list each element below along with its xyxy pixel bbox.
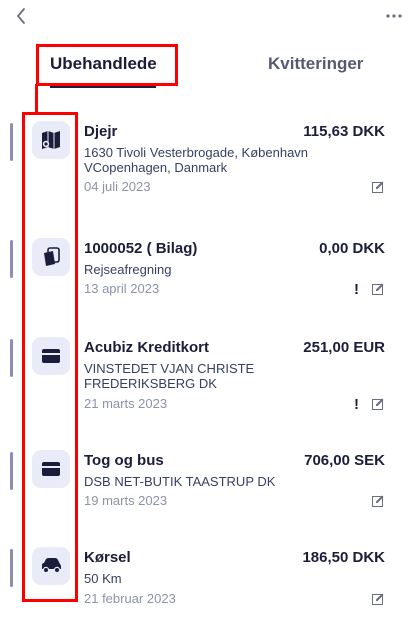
credit-card-icon	[42, 462, 60, 476]
list-item[interactable]: 1000052 ( Bilag) 0,00 DKK Rejseafregning…	[0, 222, 419, 322]
item-subtitle: DSB NET-BUTIK TAASTRUP DK	[84, 474, 276, 489]
edit-button[interactable]	[371, 282, 385, 296]
car-icon	[42, 558, 61, 574]
edit-button[interactable]	[371, 592, 385, 606]
ellipsis-icon	[386, 14, 402, 18]
item-subtitle: 1630 Tivoli Vesterbrogade, København VCo…	[84, 145, 309, 175]
item-subtitle: VINSTEDET VJAN CHRISTE FREDERIKSBERG DK	[84, 361, 255, 391]
item-subtitle: 50 Km	[84, 571, 122, 586]
edit-icon	[372, 181, 384, 193]
item-date: 21 marts 2023	[84, 396, 168, 411]
item-date: 13 april 2023	[84, 281, 160, 296]
warning-indicator: !	[354, 281, 359, 298]
edit-icon	[372, 593, 384, 605]
chevron-left-icon	[17, 8, 25, 24]
tab-bar: Ubehandlede Kvitteringer	[0, 46, 419, 90]
item-icon-badge	[32, 238, 70, 276]
item-date: 04 juli 2023	[84, 179, 151, 194]
list-item[interactable]: Tog og bus 706,00 SEK DSB NET-BUTIK TAAS…	[0, 434, 419, 534]
receipt-icon	[44, 247, 60, 266]
active-tab-underline	[50, 86, 156, 88]
more-options-button[interactable]	[383, 6, 405, 26]
item-amount: 0,00 DKK	[319, 240, 385, 257]
map-icon	[42, 131, 60, 149]
item-accent-bar	[10, 549, 13, 587]
edit-icon	[372, 398, 384, 410]
list-item[interactable]: Acubiz Kreditkort 251,00 EUR VINSTEDET V…	[0, 321, 419, 421]
list-item[interactable]: Kørsel 186,50 DKK 50 Km 21 februar 2023	[0, 531, 419, 631]
item-amount: 115,63 DKK	[303, 123, 385, 140]
item-accent-bar	[10, 452, 13, 490]
highlight-connector	[35, 84, 38, 114]
item-icon-badge	[32, 121, 70, 159]
item-amount: 251,00 EUR	[303, 339, 385, 356]
item-amount: 186,50 DKK	[302, 549, 385, 566]
item-title: Acubiz Kreditkort	[84, 339, 210, 356]
item-date: 19 marts 2023	[84, 493, 168, 508]
item-accent-bar	[10, 123, 13, 161]
credit-card-icon	[42, 349, 60, 363]
edit-icon	[372, 283, 384, 295]
item-icon-badge	[32, 337, 70, 375]
back-button[interactable]	[10, 4, 32, 28]
item-title: Kørsel	[84, 549, 131, 566]
tab-kvitteringer[interactable]: Kvitteringer	[268, 46, 363, 82]
item-accent-bar	[10, 240, 13, 278]
edit-button[interactable]	[371, 397, 385, 411]
item-accent-bar	[10, 339, 13, 377]
item-title: Djejr	[84, 123, 118, 140]
edit-icon	[372, 495, 384, 507]
edit-button[interactable]	[371, 494, 385, 508]
item-icon-badge	[32, 450, 70, 488]
item-date: 21 februar 2023	[84, 591, 176, 606]
item-icon-badge	[32, 547, 70, 585]
edit-button[interactable]	[371, 180, 385, 194]
top-bar	[0, 0, 419, 36]
tab-ubehandlede[interactable]: Ubehandlede	[50, 46, 157, 82]
item-amount: 706,00 SEK	[304, 452, 385, 469]
item-title: 1000052 ( Bilag)	[84, 240, 198, 257]
item-title: Tog og bus	[84, 452, 164, 469]
item-subtitle: Rejseafregning	[84, 262, 172, 277]
list-item[interactable]: Djejr 115,63 DKK 1630 Tivoli Vesterbroga…	[0, 105, 419, 205]
warning-indicator: !	[354, 396, 359, 413]
